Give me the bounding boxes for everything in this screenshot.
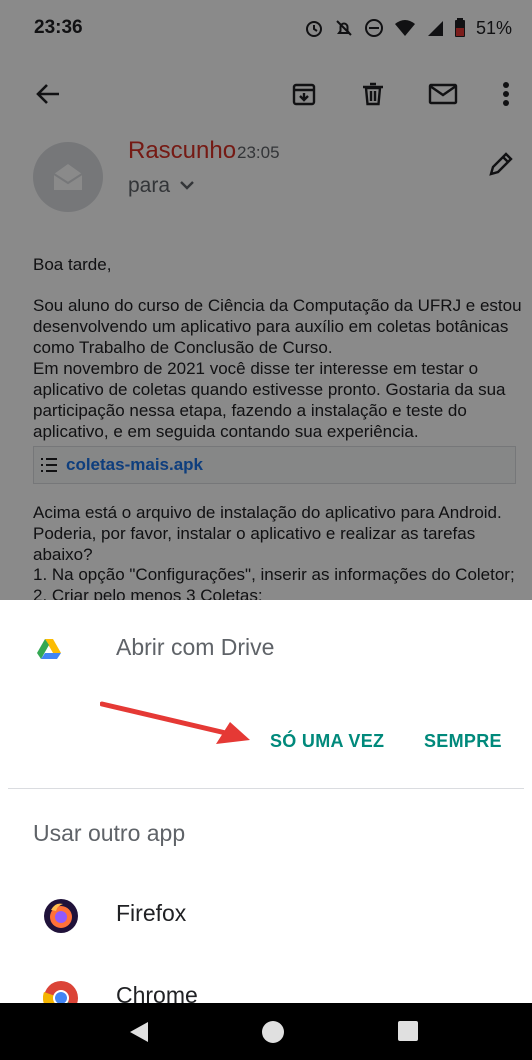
- nav-home-icon[interactable]: [262, 1021, 284, 1043]
- firefox-icon: [43, 898, 79, 934]
- nav-back-icon[interactable]: [128, 1021, 150, 1043]
- always-button[interactable]: SEMPRE: [424, 731, 502, 752]
- divider: [8, 788, 524, 789]
- drive-icon: [36, 638, 62, 665]
- just-once-button[interactable]: SÓ UMA VEZ: [270, 731, 384, 752]
- open-with-label: Abrir com Drive: [116, 634, 275, 660]
- navigation-bar: [0, 1003, 532, 1060]
- app-option-firefox[interactable]: Firefox: [0, 898, 532, 958]
- red-arrow-annotation: [100, 701, 250, 744]
- dim-overlay[interactable]: [0, 0, 532, 600]
- chrome-icon: [42, 980, 79, 1003]
- app-label: Chrome: [116, 982, 198, 1003]
- open-with-sheet: Abrir com Drive SÓ UMA VEZ SEMPRE Usar o…: [0, 600, 532, 1003]
- other-app-title: Usar outro app: [33, 820, 186, 846]
- app-option-chrome[interactable]: Chrome: [0, 980, 532, 1003]
- nav-recents-icon[interactable]: [398, 1021, 418, 1041]
- app-label: Firefox: [116, 900, 187, 926]
